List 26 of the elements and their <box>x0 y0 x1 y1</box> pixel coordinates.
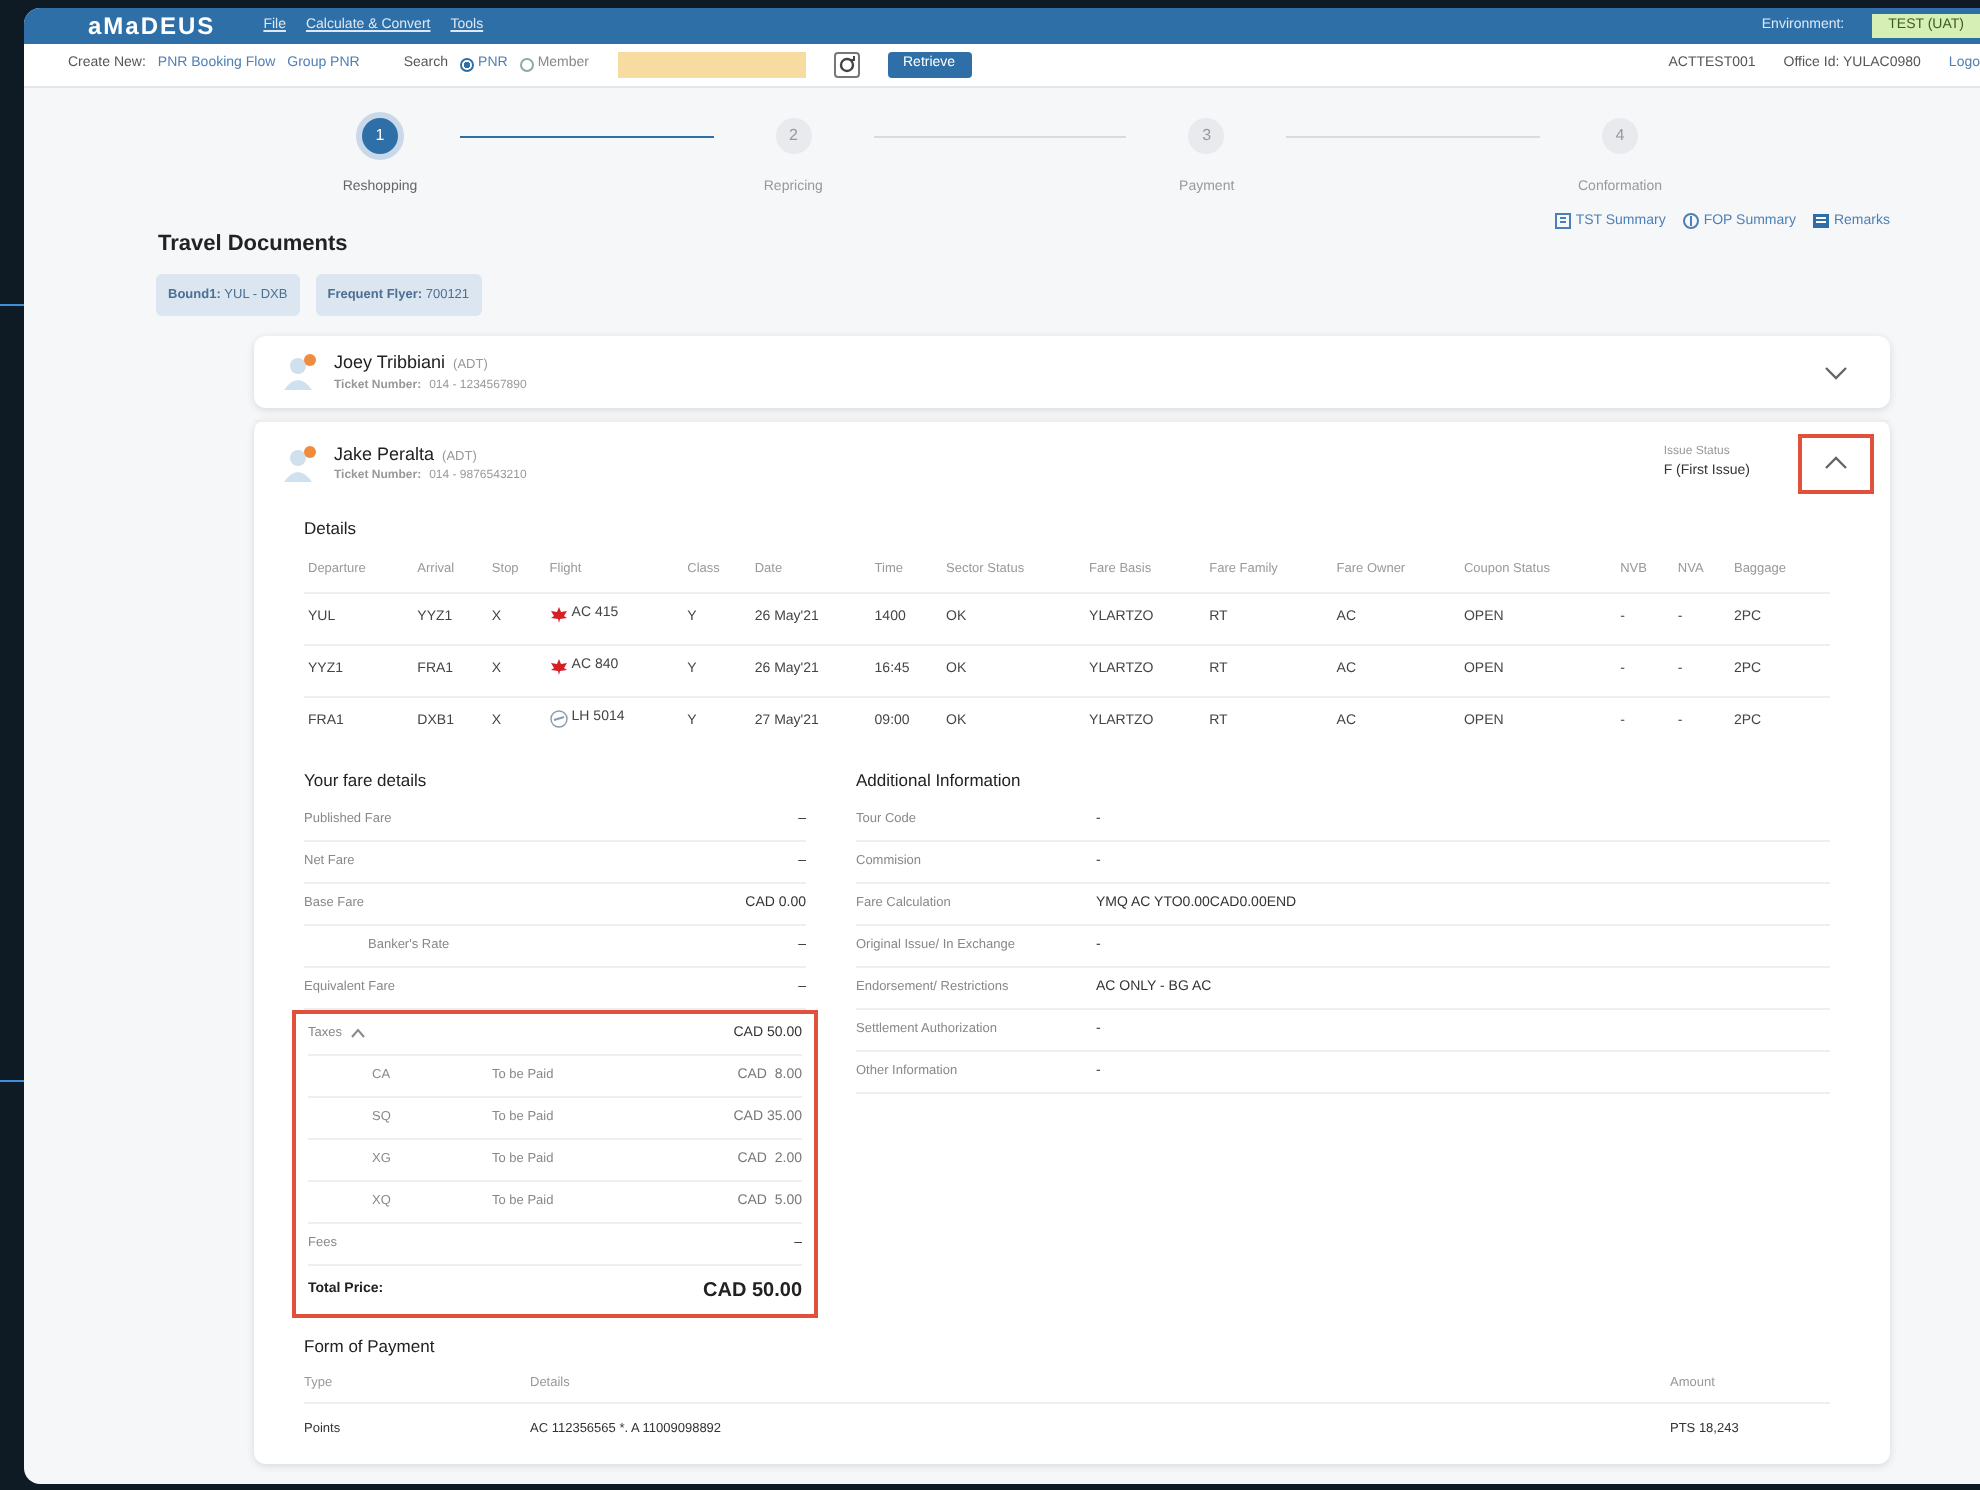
step-number[interactable]: 4 <box>1602 118 1639 154</box>
leaf-icon <box>549 605 568 624</box>
logo: aMaDEUS <box>88 10 216 44</box>
section-title: Travel Documents <box>158 230 350 260</box>
step-number[interactable]: 1 <box>362 118 398 154</box>
avatar-icon <box>282 352 318 393</box>
passenger-name: Joey Tribbiani <box>334 352 446 372</box>
avatar-icon <box>282 443 318 484</box>
chevron-down-icon <box>1824 365 1848 380</box>
leaf-icon <box>549 657 568 676</box>
section-heading: Form of Payment <box>304 1334 437 1360</box>
step-number[interactable]: 3 <box>1188 118 1225 154</box>
section-heading: Details <box>304 516 358 542</box>
chevron-up-icon <box>1824 456 1848 471</box>
section-heading: Additional Information <box>856 768 1023 794</box>
step-number[interactable]: 2 <box>775 118 812 154</box>
search-field[interactable] <box>617 52 805 78</box>
collapse-toggle[interactable] <box>1798 433 1874 494</box>
refresh-icon <box>837 56 855 74</box>
passenger-name: Jake Peralta <box>334 443 435 463</box>
document-icon <box>1553 212 1572 231</box>
note-icon <box>1811 212 1830 231</box>
chevron-up-icon <box>349 1027 366 1038</box>
refresh-button[interactable] <box>833 52 859 78</box>
total-price: CAD 50.00 <box>703 1277 802 1305</box>
section-heading: Your fare details <box>304 768 429 794</box>
